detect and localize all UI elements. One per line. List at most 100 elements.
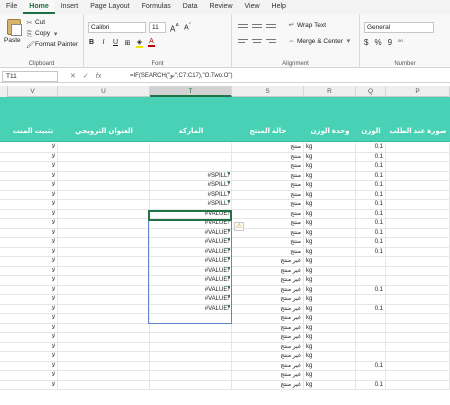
cell-q[interactable] (356, 314, 386, 324)
borders-icon[interactable]: ⊞ (124, 39, 131, 47)
cell-r[interactable]: kg (304, 181, 356, 191)
cell-t[interactable] (150, 143, 232, 153)
enter-icon[interactable]: ✓ (83, 71, 89, 82)
cell-v[interactable]: لا (8, 143, 58, 153)
cell-v[interactable]: لا (8, 181, 58, 191)
cell-q[interactable] (356, 371, 386, 381)
cell-v[interactable]: لا (8, 333, 58, 343)
header-cell-v[interactable]: تثبيت المنت (8, 121, 58, 142)
cell-r[interactable]: kg (304, 352, 356, 362)
cell-r[interactable]: kg (304, 143, 356, 153)
cell-q[interactable]: 0.1 (356, 152, 386, 162)
cell-v[interactable]: لا (8, 209, 58, 219)
cell-q[interactable]: 0.1 (356, 304, 386, 314)
tab-file[interactable]: File (0, 0, 23, 14)
cell-v[interactable]: لا (8, 162, 58, 172)
cell-u[interactable] (58, 323, 150, 333)
cell-r[interactable]: kg (304, 371, 356, 381)
cell-t[interactable] (150, 380, 232, 390)
column-header-r[interactable]: R (304, 86, 356, 97)
cell-r[interactable]: kg (304, 190, 356, 200)
column-header-s[interactable]: S (232, 86, 304, 97)
cell-v[interactable]: لا (8, 152, 58, 162)
cell-q[interactable] (356, 333, 386, 343)
column-header-v[interactable]: V (8, 86, 58, 97)
column-header-t[interactable]: T (150, 86, 232, 97)
cell-r[interactable]: kg (304, 257, 356, 267)
cell-s[interactable]: غير منتج (232, 323, 304, 333)
cell-t[interactable]: #SPILL! (150, 181, 232, 191)
cell-r[interactable]: kg (304, 200, 356, 210)
cell-v[interactable]: لا (8, 371, 58, 381)
cell-v[interactable]: لا (8, 219, 58, 229)
cell-s[interactable]: غير منتج (232, 352, 304, 362)
cancel-icon[interactable]: ✕ (70, 71, 76, 82)
cell-t[interactable] (150, 361, 232, 371)
cell-p[interactable] (386, 352, 450, 362)
cell-r[interactable]: kg (304, 295, 356, 305)
cell-v[interactable]: لا (8, 352, 58, 362)
cell-u[interactable] (58, 228, 150, 238)
cell-p[interactable] (386, 257, 450, 267)
cell-u[interactable] (58, 314, 150, 324)
fill-color-icon[interactable]: ◈ (136, 38, 143, 48)
cell-p[interactable] (386, 238, 450, 248)
cell-v[interactable]: لا (8, 228, 58, 238)
cell-t[interactable]: #VALUE! (150, 295, 232, 305)
wrap-text-button[interactable]: ↵ Wrap Text (288, 22, 326, 29)
cell-s[interactable]: منتج (232, 238, 304, 248)
align-buttons[interactable] (238, 22, 284, 48)
cell-q[interactable]: 0.1 (356, 361, 386, 371)
cell-s[interactable]: غير منتج (232, 285, 304, 295)
number-format-select[interactable]: General (364, 22, 434, 33)
cell-s[interactable]: منتج (232, 162, 304, 172)
cell-p[interactable] (386, 342, 450, 352)
cell-q[interactable]: 0.1 (356, 181, 386, 191)
cell-t[interactable] (150, 333, 232, 343)
cell-t[interactable] (150, 162, 232, 172)
cell-r[interactable]: kg (304, 314, 356, 324)
cell-p[interactable] (386, 314, 450, 324)
cell-p[interactable] (386, 295, 450, 305)
increase-decimal-button[interactable]: ⁰⁰ (398, 39, 403, 46)
cell-t[interactable] (150, 371, 232, 381)
cell-v[interactable]: لا (8, 266, 58, 276)
cell-v[interactable]: لا (8, 200, 58, 210)
cell-t[interactable]: #VALUE! (150, 285, 232, 295)
tab-review[interactable]: Review (204, 0, 239, 14)
comma-style-button[interactable]: 9 (388, 38, 392, 47)
tab-view[interactable]: View (239, 0, 266, 14)
cell-r[interactable]: kg (304, 304, 356, 314)
cell-p[interactable] (386, 247, 450, 257)
cell-p[interactable] (386, 228, 450, 238)
cell-s[interactable]: منتج (232, 152, 304, 162)
cell-t[interactable]: #VALUE! (150, 304, 232, 314)
bold-button[interactable]: B (88, 39, 95, 46)
cell-u[interactable] (58, 171, 150, 181)
cell-t[interactable] (150, 323, 232, 333)
cell-v[interactable]: لا (8, 238, 58, 248)
spreadsheet-grid[interactable]: V U T S R Q P تثبيت المنت العنوان التروي… (0, 86, 450, 405)
cell-p[interactable] (386, 371, 450, 381)
cell-u[interactable] (58, 304, 150, 314)
cell-t[interactable] (150, 314, 232, 324)
copy-button[interactable]: ⎘ Copy ▾ (26, 29, 59, 39)
paste-button[interactable]: Paste (4, 37, 21, 44)
cell-v[interactable]: لا (8, 190, 58, 200)
cell-r[interactable]: kg (304, 285, 356, 295)
cell-p[interactable] (386, 361, 450, 371)
cell-q[interactable]: 0.1 (356, 209, 386, 219)
tab-page-layout[interactable]: Page Layout (84, 0, 135, 14)
cell-s[interactable]: منتج (232, 171, 304, 181)
cell-r[interactable]: kg (304, 276, 356, 286)
cell-q[interactable]: 0.1 (356, 380, 386, 390)
header-cell-u[interactable]: العنوان الترويجي (58, 121, 150, 142)
header-cell-q[interactable]: الوزن (356, 121, 386, 142)
cell-p[interactable] (386, 333, 450, 343)
header-cell-p[interactable]: صورة عند الطلب (386, 121, 450, 142)
cell-u[interactable] (58, 238, 150, 248)
cell-u[interactable] (58, 200, 150, 210)
cell-t[interactable]: #VALUE! (150, 276, 232, 286)
cell-s[interactable]: غير منتج (232, 276, 304, 286)
cell-r[interactable]: kg (304, 209, 356, 219)
